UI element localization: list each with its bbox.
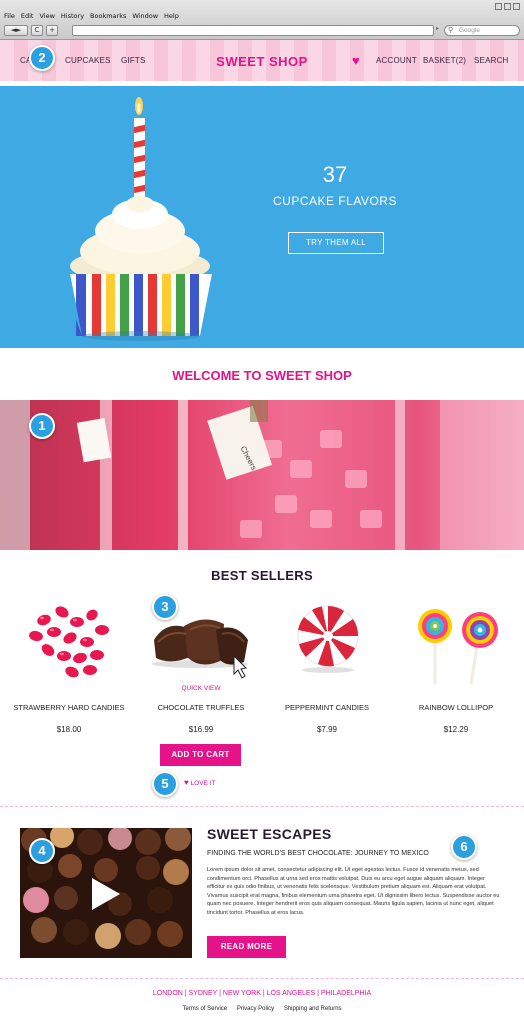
forward-icon: ►: [16, 26, 22, 34]
read-more-button[interactable]: READ MORE: [207, 936, 286, 958]
hero-count: 37: [322, 162, 348, 187]
site-header: CA CUPCAKES GIFTS SWEET SHOP ♥ ACCOUNT B…: [0, 40, 524, 84]
product-strawberry-candies[interactable]: [2, 600, 132, 695]
annotation-marker-5: 5: [152, 771, 178, 797]
quick-view-link[interactable]: QUICK VIEW: [136, 685, 266, 692]
blog-body-text: Lorem ipsum dolor sit amet, consectetur …: [207, 867, 500, 916]
footer-links: Terms of Service Privacy Policy Shipping…: [0, 1006, 524, 1012]
product-name-peppermint[interactable]: PEPPERMINT CANDIES: [262, 703, 392, 712]
privacy-link[interactable]: Privacy Policy: [237, 1006, 274, 1012]
love-it-link[interactable]: ♥ LOVE IT: [184, 778, 216, 787]
blog-title: SWEET ESCAPES: [207, 826, 332, 842]
menu-edit[interactable]: Edit: [21, 12, 34, 20]
annotation-marker-3: 3: [152, 594, 178, 620]
menu-file[interactable]: File: [4, 12, 15, 20]
best-sellers-heading: BEST SELLERS: [211, 568, 313, 583]
window-controls: [495, 3, 520, 10]
strawberry-candies-image: [29, 606, 109, 678]
cupcake-illustration: [60, 97, 222, 341]
menu-bookmarks[interactable]: Bookmarks: [90, 12, 126, 20]
footer-divider: [0, 978, 524, 979]
reload-icon: C: [34, 26, 40, 34]
product-name-truffles[interactable]: CHOCOLATE TRUFFLES: [136, 703, 266, 712]
hero-banner: 37 CUPCAKE FLAVORS TRY THEM ALL: [0, 86, 524, 348]
heart-icon: ♥: [184, 778, 189, 787]
hero-subtitle: CUPCAKE FLAVORS: [273, 194, 397, 208]
section-divider: [0, 806, 524, 807]
peppermint-candy-image: [297, 605, 359, 673]
maximize-button[interactable]: [504, 3, 511, 10]
love-it-label: LOVE IT: [190, 780, 216, 787]
back-forward-button[interactable]: ◄►: [4, 25, 28, 36]
annotation-marker-6: 6: [451, 834, 477, 860]
browser-nav-buttons: ◄► C +: [4, 25, 58, 36]
minimize-button[interactable]: [495, 3, 502, 10]
product-peppermint-candies[interactable]: [262, 600, 392, 695]
annotation-marker-2: 2: [29, 45, 55, 71]
product-name-lollipop[interactable]: RAINBOW LOLLIPOP: [391, 703, 521, 712]
menu-window[interactable]: Window: [132, 12, 158, 20]
welcome-heading: WELCOME TO SWEET SHOP: [172, 368, 352, 383]
nav-link-basket[interactable]: BASKET(2): [423, 56, 466, 65]
nav-link-search[interactable]: SEARCH: [474, 56, 509, 65]
heart-icon[interactable]: ♥: [352, 53, 360, 68]
product-price-strawberry: $18.00: [56, 725, 82, 734]
annotation-marker-1: 1: [29, 413, 55, 439]
nav-link-account[interactable]: ACCOUNT: [376, 56, 417, 65]
browser-menubar: File Edit View History Bookmarks Window …: [4, 12, 179, 20]
terms-link[interactable]: Terms of Service: [182, 1006, 227, 1012]
browser-search-input[interactable]: ⚲ Google: [444, 25, 520, 36]
url-go-icon[interactable]: ▸: [436, 25, 443, 36]
shipping-link[interactable]: Shipping and Returns: [284, 1006, 342, 1012]
annotation-marker-4: 4: [29, 838, 55, 864]
add-to-cart-button[interactable]: ADD TO CART: [160, 744, 241, 766]
browser-chrome: File Edit View History Bookmarks Window …: [0, 0, 524, 40]
reload-button[interactable]: C: [31, 25, 43, 36]
product-rainbow-lollipop[interactable]: [391, 600, 521, 695]
search-icon: ⚲: [448, 27, 454, 34]
menu-help[interactable]: Help: [164, 12, 179, 20]
candy-jars-photo: Cheers: [0, 400, 524, 550]
menu-history[interactable]: History: [61, 12, 84, 20]
rainbow-lollipop-image: [418, 609, 498, 685]
plus-icon: +: [49, 26, 55, 34]
try-them-all-button[interactable]: TRY THEM ALL: [288, 232, 384, 254]
product-price-lollipop: $12.29: [443, 725, 469, 734]
new-tab-button[interactable]: +: [46, 25, 58, 36]
product-name-strawberry[interactable]: STRAWBERRY HARD CANDIES: [4, 703, 134, 712]
menu-view[interactable]: View: [39, 12, 54, 20]
close-button[interactable]: [513, 3, 520, 10]
blog-subtitle[interactable]: FINDING THE WORLD'S BEST CHOCOLATE: JOUR…: [207, 850, 429, 857]
footer-city-links[interactable]: LONDON | SYDNEY | NEW YORK | LOS ANGELES…: [0, 990, 524, 997]
search-placeholder: Google: [459, 27, 480, 34]
product-price-peppermint: $7.99: [316, 725, 338, 734]
url-bar[interactable]: [72, 25, 434, 36]
product-price-truffles: $16.99: [188, 725, 214, 734]
candy-jars-image: Cheers: [0, 400, 524, 550]
